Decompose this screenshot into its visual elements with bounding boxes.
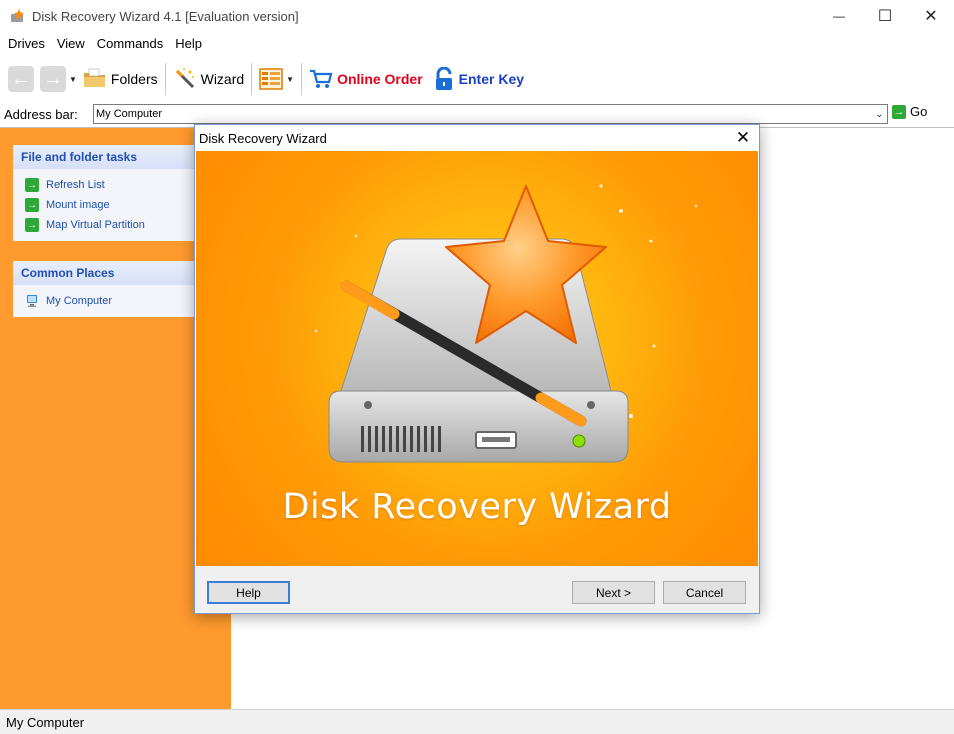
task-link-label: Refresh List <box>46 179 105 191</box>
window-controls: — ☐ ✕ <box>816 0 954 32</box>
wizard-label: Wizard <box>200 71 245 87</box>
green-arrow-icon: → <box>25 218 39 232</box>
toolbar-separator <box>251 63 253 95</box>
next-button[interactable]: Next > <box>572 581 655 604</box>
toolbar-separator <box>301 63 303 95</box>
wizard-dialog: Disk Recovery Wizard ✕ Disk Recovery Wiz… <box>194 124 760 614</box>
menu-help[interactable]: Help <box>169 32 208 56</box>
computer-icon <box>27 295 37 307</box>
help-button[interactable]: Help <box>207 581 290 604</box>
address-bar-label: Address bar: <box>4 106 78 122</box>
enter-key-label: Enter Key <box>458 71 525 87</box>
minimize-icon: — <box>833 9 845 23</box>
my-computer-link[interactable]: My Computer <box>25 291 194 311</box>
menu-bar: Drives View Commands Help <box>0 32 954 56</box>
panel-body: My Computer <box>13 285 194 317</box>
go-button[interactable]: → Go <box>892 104 927 119</box>
dialog-title: Disk Recovery Wizard <box>199 130 327 146</box>
minimize-button[interactable]: — <box>816 0 862 32</box>
toolbar-separator <box>164 63 166 95</box>
online-order-button[interactable]: Online Order <box>306 62 426 96</box>
dialog-banner: Disk Recovery Wizard <box>196 151 758 566</box>
folders-label: Folders <box>110 71 158 87</box>
menu-drives[interactable]: Drives <box>2 32 51 56</box>
panel-body: → Refresh List → Mount image → Map Virtu… <box>13 169 194 241</box>
map-virtual-partition-link[interactable]: → Map Virtual Partition <box>25 215 194 235</box>
banner-title: Disk Recovery Wizard <box>282 487 672 527</box>
toolbar: ← → ▼ Folders Wizard ▼ Online Order Ente… <box>0 58 954 100</box>
close-icon: ✕ <box>735 128 751 147</box>
chevron-down-icon[interactable]: ▼ <box>69 75 77 84</box>
task-link-label: Mount image <box>46 199 110 211</box>
dialog-title-bar: Disk Recovery Wizard ✕ <box>195 125 759 151</box>
shopping-cart-icon <box>310 69 333 88</box>
status-text: My Computer <box>6 714 85 730</box>
app-icon <box>11 9 24 22</box>
back-button[interactable]: ← <box>5 62 37 96</box>
dialog-close-button[interactable]: ✕ <box>733 128 753 148</box>
online-order-label: Online Order <box>337 71 423 87</box>
enter-key-button[interactable]: Enter Key <box>430 62 527 96</box>
status-bar: My Computer <box>0 709 954 734</box>
address-bar: Address bar: My Computer ⌄ → Go <box>0 102 954 126</box>
chevron-down-icon[interactable]: ⌄ <box>872 105 887 123</box>
view-mode-button[interactable]: ▼ <box>256 62 297 96</box>
green-arrow-icon: → <box>25 178 39 192</box>
dialog-footer: Help Next > Cancel <box>195 566 759 613</box>
window-title: Disk Recovery Wizard 4.1 [Evaluation ver… <box>32 8 299 24</box>
lock-icon <box>435 67 452 90</box>
forward-button[interactable]: → ▼ <box>37 62 80 96</box>
forward-arrow-icon: → <box>40 66 66 92</box>
wizard-button[interactable]: Wizard <box>170 62 248 96</box>
panel-header[interactable]: File and folder tasks <box>13 145 194 169</box>
mount-image-link[interactable]: → Mount image <box>25 195 194 215</box>
folders-button[interactable]: Folders <box>80 62 161 96</box>
task-link-label: My Computer <box>46 295 113 307</box>
common-places-panel: Common Places My Computer <box>13 261 194 317</box>
magic-wand-icon <box>175 68 194 89</box>
maximize-icon: ☐ <box>877 8 893 25</box>
green-arrow-icon: → <box>25 198 39 212</box>
address-input[interactable]: My Computer <box>93 104 888 124</box>
title-bar: Disk Recovery Wizard 4.1 [Evaluation ver… <box>0 0 954 32</box>
back-arrow-icon: ← <box>8 66 34 92</box>
chevron-down-icon[interactable]: ▼ <box>286 75 294 84</box>
view-layout-icon <box>259 68 283 90</box>
task-link-label: Map Virtual Partition <box>46 219 145 231</box>
cancel-button[interactable]: Cancel <box>663 581 746 604</box>
close-icon: ✕ <box>924 8 938 25</box>
go-label: Go <box>910 104 928 119</box>
maximize-button[interactable]: ☐ <box>862 0 908 32</box>
close-button[interactable]: ✕ <box>908 0 954 32</box>
file-folder-tasks-panel: File and folder tasks → Refresh List → M… <box>13 145 194 241</box>
menu-view[interactable]: View <box>51 32 91 56</box>
go-arrow-icon: → <box>892 104 906 119</box>
menu-commands[interactable]: Commands <box>91 32 169 56</box>
panel-header[interactable]: Common Places <box>13 261 194 285</box>
folder-icon <box>83 68 105 87</box>
refresh-list-link[interactable]: → Refresh List <box>25 175 194 195</box>
